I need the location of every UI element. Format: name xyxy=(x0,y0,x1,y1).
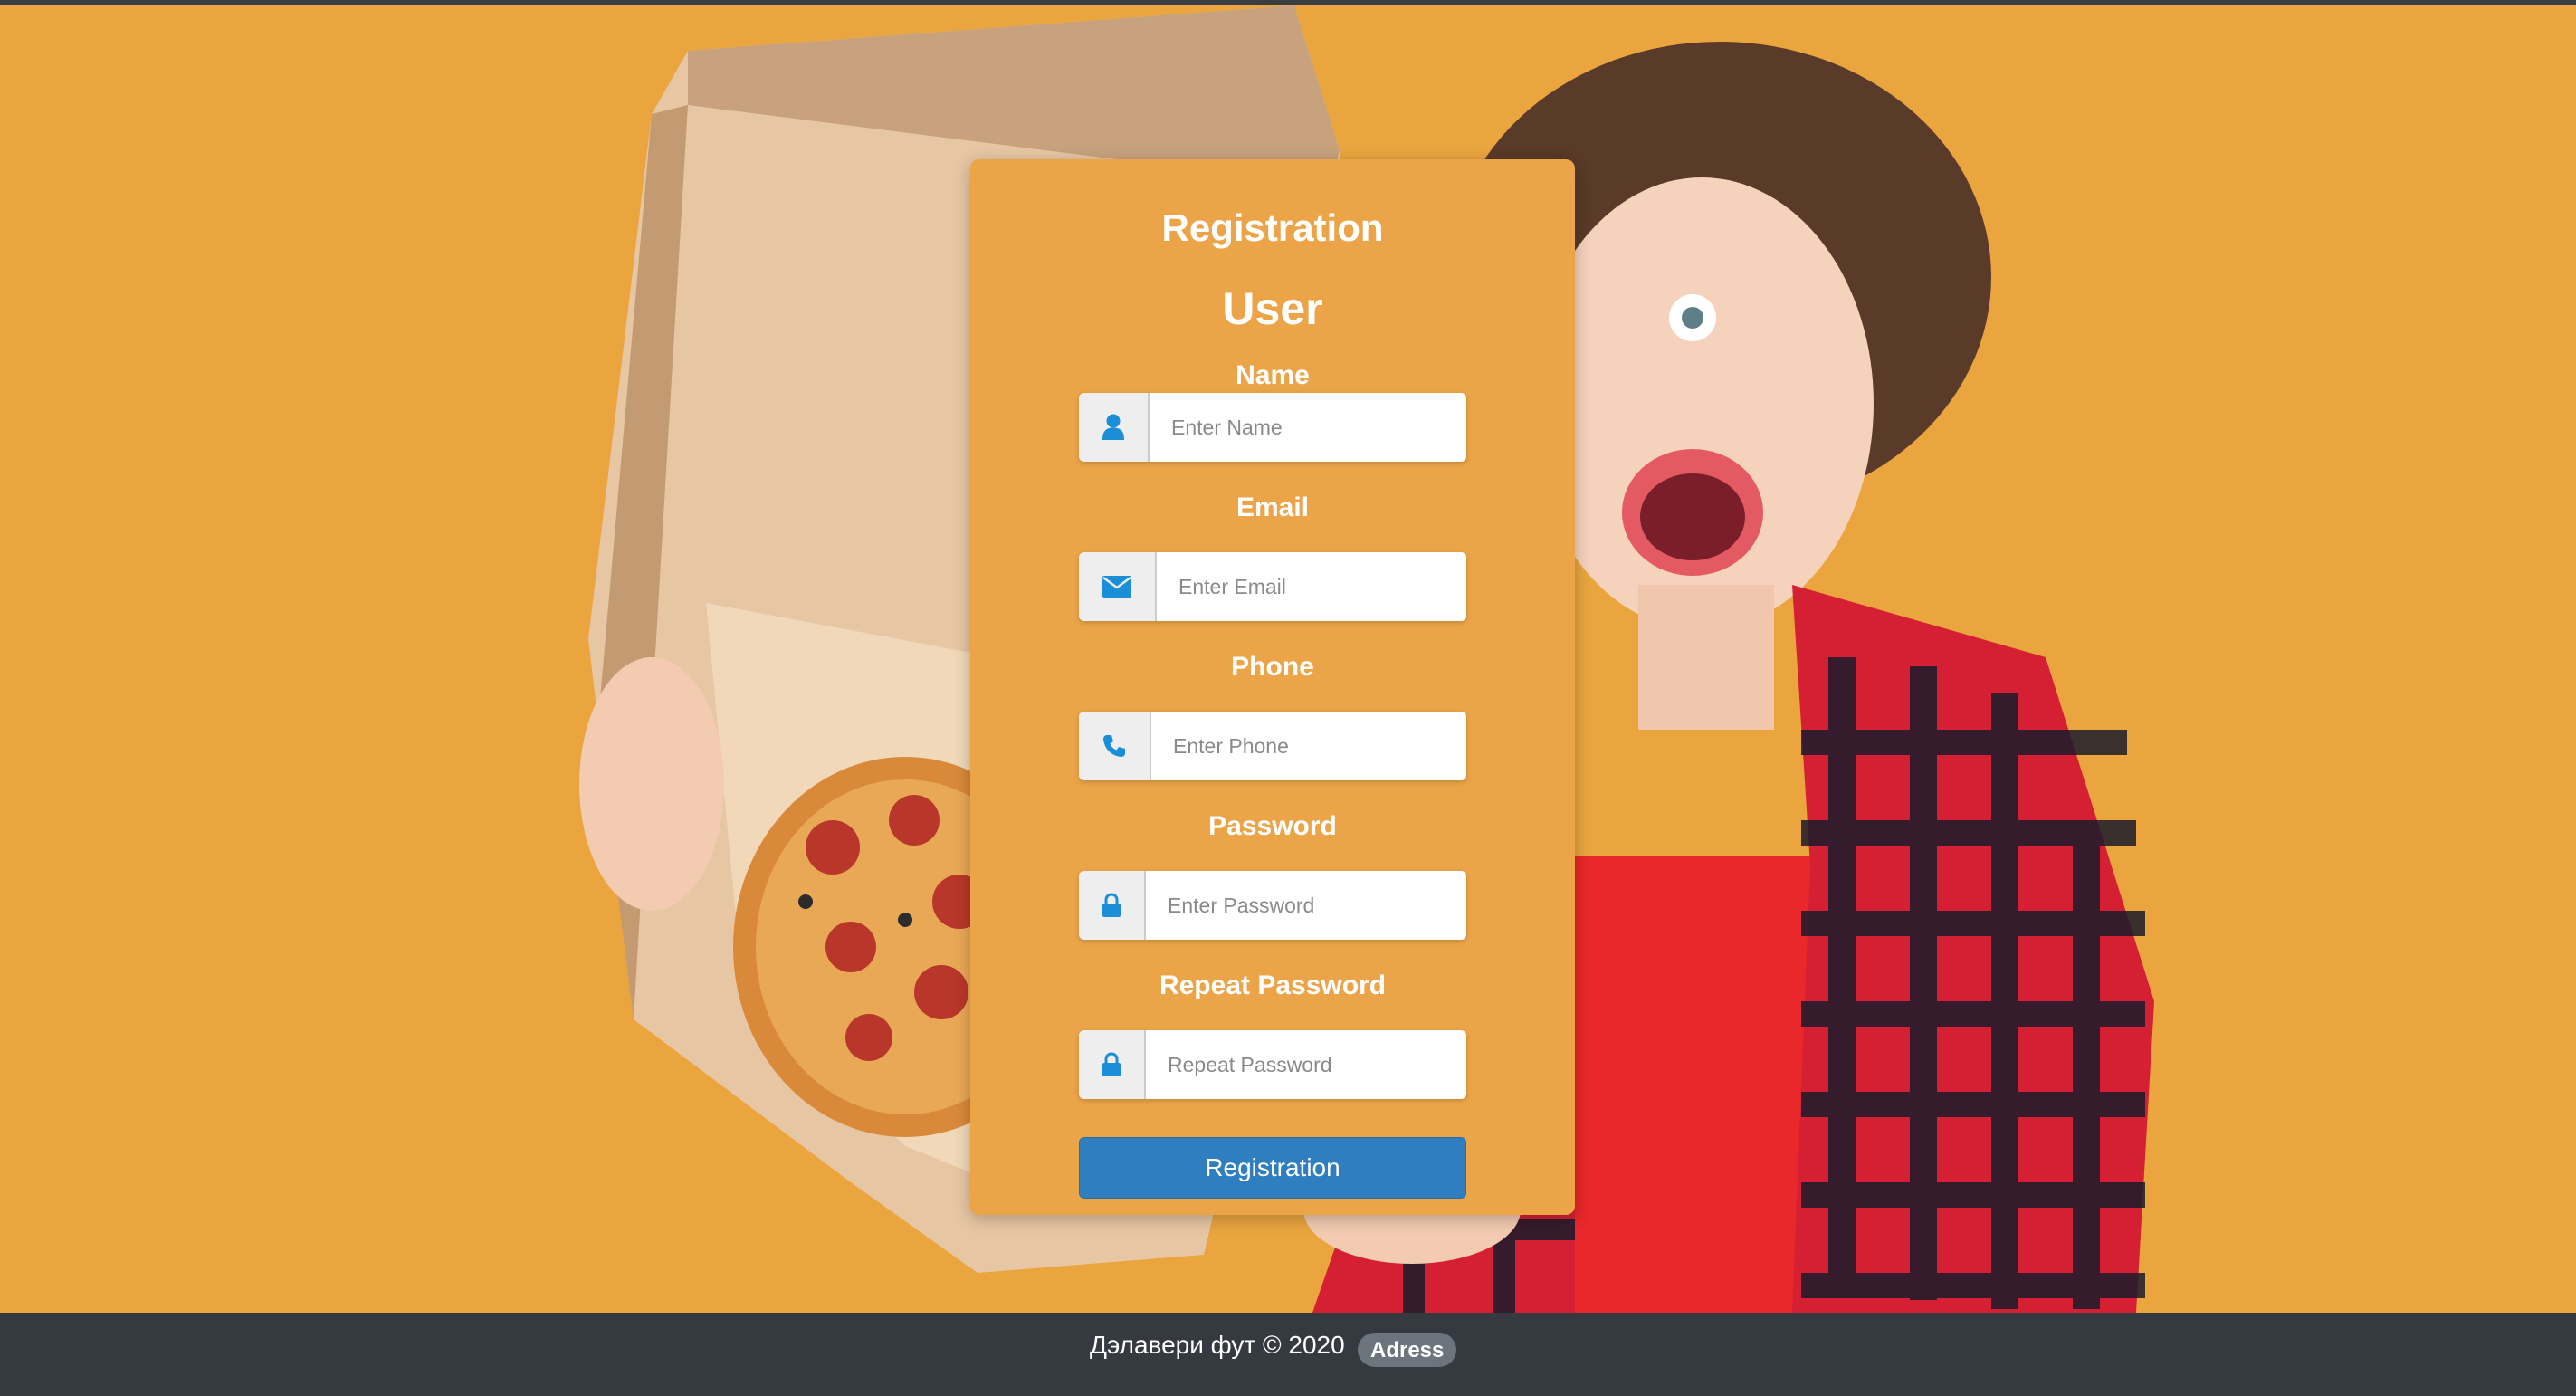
address-badge[interactable]: Adress xyxy=(1358,1333,1457,1367)
footer: Дэлавери фут © 2020 Adress xyxy=(0,1313,2576,1396)
registration-card: Registration User Name Email xyxy=(970,159,1575,1215)
phone-label: Phone xyxy=(1231,652,1314,682)
repeat-password-input[interactable] xyxy=(1146,1030,1466,1099)
repeat-password-label: Repeat Password xyxy=(1159,971,1387,1000)
name-label: Name xyxy=(1236,360,1310,390)
password-input[interactable] xyxy=(1146,871,1466,940)
form-subtitle: User xyxy=(1222,283,1323,334)
phone-input[interactable] xyxy=(1151,712,1466,780)
lock-icon xyxy=(1079,1030,1146,1099)
password-label: Password xyxy=(1208,811,1337,841)
phone-icon xyxy=(1079,712,1151,780)
footer-copyright: Дэлавери фут © 2020 xyxy=(1090,1331,1345,1359)
name-input-group xyxy=(1079,393,1466,462)
user-icon xyxy=(1079,393,1150,462)
form-title: Registration xyxy=(1161,206,1384,249)
email-input[interactable] xyxy=(1157,552,1466,621)
lock-icon xyxy=(1079,871,1146,940)
phone-input-group xyxy=(1079,712,1466,780)
password-input-group xyxy=(1079,871,1466,940)
email-input-group xyxy=(1079,552,1466,621)
envelope-icon xyxy=(1079,552,1157,621)
name-input[interactable] xyxy=(1150,393,1466,462)
email-label: Email xyxy=(1236,492,1310,522)
hero-background: Registration User Name Email xyxy=(0,5,2576,1313)
repeat-password-input-group xyxy=(1079,1030,1466,1099)
registration-button[interactable]: Registration xyxy=(1079,1137,1466,1199)
